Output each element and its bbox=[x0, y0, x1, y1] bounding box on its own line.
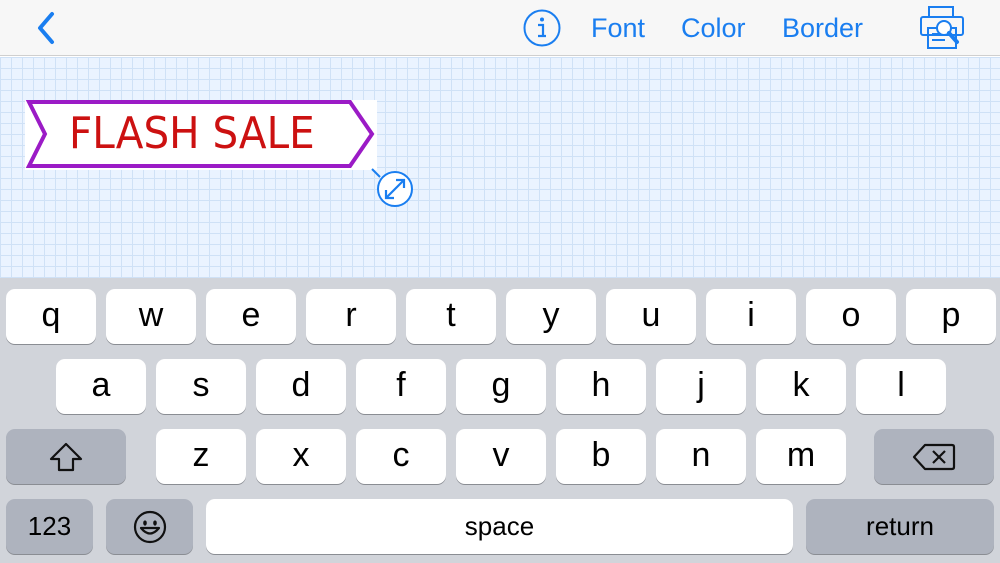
key-label: c bbox=[392, 436, 410, 474]
key-h[interactable]: h bbox=[556, 359, 646, 414]
key-w[interactable]: w bbox=[106, 289, 196, 344]
delete-backspace-icon bbox=[912, 443, 956, 470]
key-label: k bbox=[792, 366, 810, 404]
key-label: i bbox=[747, 296, 755, 334]
key-f[interactable]: f bbox=[356, 359, 446, 414]
key-n[interactable]: n bbox=[656, 429, 746, 484]
info-button[interactable] bbox=[522, 8, 562, 48]
key-b[interactable]: b bbox=[556, 429, 646, 484]
key-i[interactable]: i bbox=[706, 289, 796, 344]
numbers-key[interactable]: 123 bbox=[6, 499, 93, 554]
space-key[interactable]: space bbox=[206, 499, 793, 554]
key-z[interactable]: z bbox=[156, 429, 246, 484]
color-button[interactable]: Color bbox=[681, 10, 746, 46]
key-v[interactable]: v bbox=[456, 429, 546, 484]
banner-shape[interactable]: FLASH SALE bbox=[25, 100, 377, 170]
key-label: b bbox=[591, 436, 611, 474]
key-a[interactable]: a bbox=[56, 359, 146, 414]
key-e[interactable]: e bbox=[206, 289, 296, 344]
key-label: o bbox=[841, 296, 861, 334]
key-label: h bbox=[591, 366, 611, 404]
key-label: z bbox=[192, 436, 210, 474]
key-label: m bbox=[786, 436, 816, 474]
key-label: s bbox=[192, 366, 210, 404]
key-q[interactable]: q bbox=[6, 289, 96, 344]
key-label: d bbox=[291, 366, 311, 404]
key-d[interactable]: d bbox=[256, 359, 346, 414]
info-circle-icon bbox=[523, 9, 561, 47]
key-m[interactable]: m bbox=[756, 429, 846, 484]
design-canvas[interactable]: FLASH SALE bbox=[0, 57, 1000, 278]
onscreen-keyboard: q w e r t y u i o p a s d f g h j k l z … bbox=[0, 278, 1000, 563]
top-toolbar: Font Color Border bbox=[0, 0, 1000, 56]
key-y[interactable]: y bbox=[506, 289, 596, 344]
emoji-icon bbox=[133, 510, 166, 543]
return-key-label: return bbox=[866, 511, 934, 541]
numbers-key-label: 123 bbox=[27, 511, 72, 541]
key-p[interactable]: p bbox=[906, 289, 996, 344]
resize-handle-icon bbox=[371, 168, 413, 207]
shift-icon bbox=[49, 442, 83, 471]
key-label: n bbox=[691, 436, 711, 474]
key-g[interactable]: g bbox=[456, 359, 546, 414]
key-label: a bbox=[91, 366, 111, 404]
key-k[interactable]: k bbox=[756, 359, 846, 414]
print-preview-icon bbox=[920, 6, 964, 49]
print-preview-button[interactable] bbox=[917, 4, 967, 52]
delete-key[interactable] bbox=[874, 429, 994, 484]
key-label: f bbox=[396, 366, 406, 404]
key-label: q bbox=[41, 296, 61, 334]
key-j[interactable]: j bbox=[656, 359, 746, 414]
key-c[interactable]: c bbox=[356, 429, 446, 484]
emoji-key[interactable] bbox=[106, 499, 193, 554]
key-label: t bbox=[446, 296, 456, 334]
space-key-label: space bbox=[464, 511, 535, 541]
key-t[interactable]: t bbox=[406, 289, 496, 344]
key-s[interactable]: s bbox=[156, 359, 246, 414]
key-label: p bbox=[941, 296, 961, 334]
border-button[interactable]: Border bbox=[782, 10, 863, 46]
key-u[interactable]: u bbox=[606, 289, 696, 344]
back-button[interactable] bbox=[30, 8, 66, 48]
key-label: y bbox=[542, 296, 560, 334]
key-x[interactable]: x bbox=[256, 429, 346, 484]
key-label: r bbox=[345, 296, 357, 334]
resize-handle[interactable] bbox=[370, 165, 418, 213]
return-key[interactable]: return bbox=[806, 499, 994, 554]
key-label: v bbox=[492, 436, 510, 474]
key-l[interactable]: l bbox=[856, 359, 946, 414]
key-o[interactable]: o bbox=[806, 289, 896, 344]
key-label: u bbox=[641, 296, 661, 334]
key-label: x bbox=[292, 436, 310, 474]
key-label: g bbox=[491, 366, 511, 404]
key-r[interactable]: r bbox=[306, 289, 396, 344]
font-button[interactable]: Font bbox=[591, 10, 645, 46]
key-label: j bbox=[697, 366, 705, 404]
key-label: l bbox=[897, 366, 905, 404]
key-label: w bbox=[138, 296, 164, 334]
banner-text: FLASH SALE bbox=[69, 108, 315, 159]
key-label: e bbox=[241, 296, 261, 334]
shift-key[interactable] bbox=[6, 429, 126, 484]
chevron-left-icon bbox=[38, 12, 54, 44]
